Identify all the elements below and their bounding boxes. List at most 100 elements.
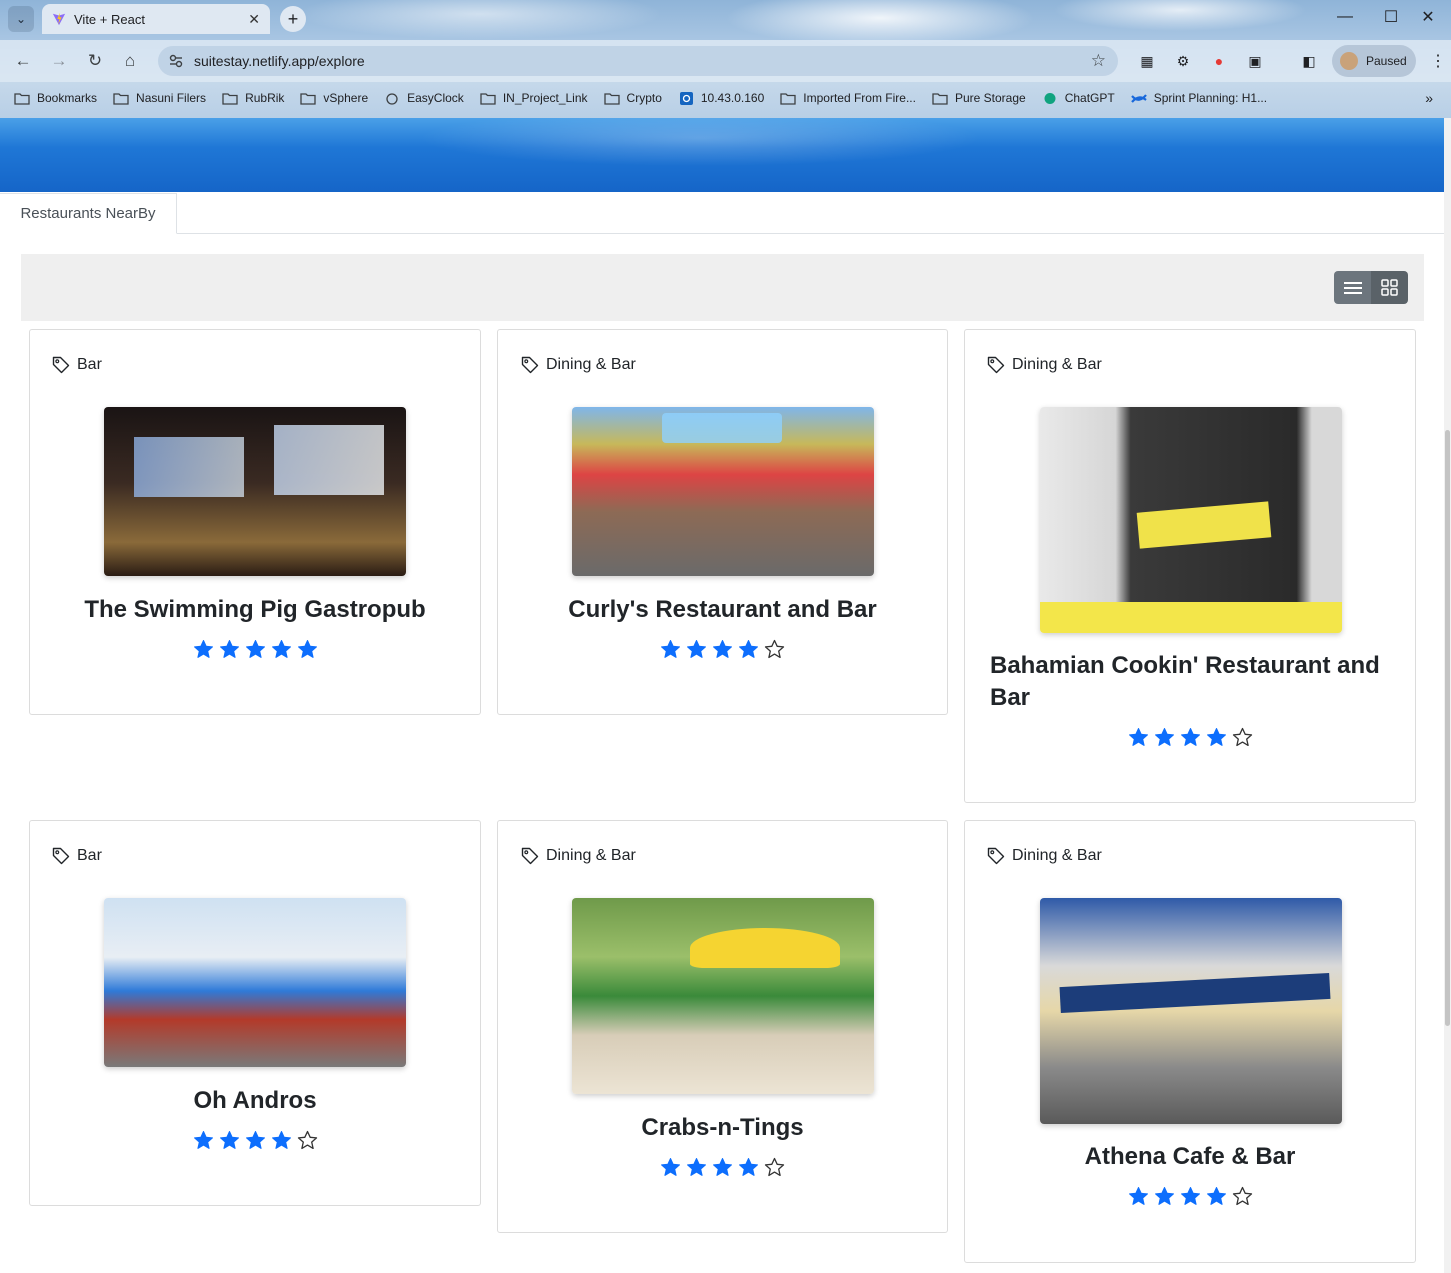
close-tab-icon[interactable]: ✕ — [248, 11, 260, 28]
star-filled-icon — [245, 1131, 265, 1149]
restaurant-name[interactable]: Crabs-n-Tings — [498, 1112, 947, 1144]
list-icon — [1343, 281, 1362, 294]
star-filled-icon — [713, 1158, 732, 1176]
restaurant-card[interactable]: Dining & Bar Crabs-n-Tings — [497, 820, 948, 1233]
restaurant-photo[interactable] — [572, 407, 874, 576]
bookmarks-bar: Bookmarks Nasuni Filers RubRik vSphere E… — [0, 84, 1451, 112]
star-filled-icon — [1206, 728, 1226, 746]
restaurant-card[interactable]: Dining & Bar Bahamian Cookin' Restaurant… — [964, 329, 1416, 803]
folder-icon — [300, 92, 317, 105]
side-panel-icon[interactable]: ◧ — [1299, 51, 1319, 71]
tag-icon — [987, 356, 1005, 374]
list-view-button[interactable] — [1334, 271, 1371, 304]
chatgpt-logo-icon — [1044, 92, 1056, 104]
site-info-icon[interactable] — [168, 53, 184, 69]
tag-icon — [521, 356, 539, 374]
restaurant-card[interactable]: Dining & Bar Curly's Restaurant and Bar — [497, 329, 948, 715]
folder-icon — [932, 92, 948, 105]
bookmark-item[interactable]: 10.43.0.160 — [678, 91, 764, 105]
record-icon[interactable]: ● — [1209, 51, 1229, 71]
bookmark-item[interactable]: IN_Project_Link — [480, 91, 588, 105]
restaurant-photo[interactable] — [1040, 407, 1342, 633]
minimize-button[interactable]: — — [1322, 0, 1368, 34]
restaurant-card[interactable]: Dining & Bar Athena Cafe & Bar — [964, 820, 1416, 1263]
rating-stars — [498, 1157, 947, 1178]
tab-strip: ⌄ Vite + React ✕ + — ☐ ✕ — [0, 0, 1451, 38]
vite-logo-icon — [52, 12, 66, 26]
star-filled-icon — [1154, 1187, 1174, 1205]
restaurant-photo[interactable] — [104, 407, 406, 576]
tag-icon — [52, 356, 70, 374]
star-filled-icon — [297, 640, 317, 658]
clock-icon — [386, 92, 398, 105]
grid-view-button[interactable] — [1371, 271, 1408, 304]
star-empty-icon — [1232, 1186, 1252, 1206]
browser-chrome: ⌄ Vite + React ✕ + — ☐ ✕ ← → ↻ ⌂ suitest… — [0, 0, 1451, 118]
restaurant-photo[interactable] — [104, 898, 406, 1067]
bookmark-item[interactable]: ChatGPT — [1042, 91, 1115, 105]
home-icon[interactable]: ⌂ — [118, 49, 142, 73]
restaurant-name[interactable]: Bahamian Cookin' Restaurant and Bar — [965, 650, 1415, 714]
bookmark-item[interactable]: RubRik — [222, 91, 284, 105]
restaurant-name[interactable]: Curly's Restaurant and Bar — [498, 594, 947, 626]
tab-search-button[interactable]: ⌄ — [8, 6, 34, 32]
restaurant-photo[interactable] — [1040, 898, 1342, 1124]
star-empty-icon — [1232, 727, 1252, 747]
new-tab-button[interactable]: + — [280, 6, 306, 32]
view-toolbar — [21, 254, 1424, 321]
star-filled-icon — [687, 640, 706, 658]
star-filled-icon — [193, 1131, 213, 1149]
hero-banner — [0, 118, 1444, 192]
restaurant-photo[interactable] — [572, 898, 874, 1094]
rating-stars — [498, 639, 947, 660]
puzzle-icon[interactable]: ▣ — [1245, 51, 1265, 71]
restaurant-name[interactable]: Oh Andros — [30, 1085, 480, 1117]
bookmark-item[interactable]: Bookmarks — [14, 91, 97, 105]
star-empty-icon — [297, 1130, 317, 1150]
restaurant-name[interactable]: Athena Cafe & Bar — [965, 1141, 1415, 1173]
close-window-button[interactable]: ✕ — [1405, 0, 1451, 34]
bookmark-item[interactable]: Crypto — [603, 91, 662, 105]
rating-stars — [30, 1130, 480, 1151]
tag-icon — [987, 847, 1005, 865]
reload-icon[interactable]: ↻ — [83, 49, 107, 73]
view-toggle-group — [1334, 271, 1408, 304]
more-bookmarks-icon[interactable]: » — [1425, 90, 1433, 106]
back-arrow-icon[interactable]: ← — [11, 49, 35, 73]
bookmark-item[interactable]: EasyClock — [384, 91, 464, 105]
folder-icon — [222, 92, 238, 105]
category-tag: Dining & Bar — [521, 847, 636, 865]
star-empty-icon — [764, 1157, 785, 1177]
star-filled-icon — [739, 640, 758, 658]
scrollbar-thumb[interactable] — [1445, 430, 1450, 1026]
category-tag: Dining & Bar — [987, 847, 1102, 865]
restaurant-name[interactable]: The Swimming Pig Gastropub — [30, 594, 480, 626]
category-tag: Bar — [52, 847, 102, 865]
bookmark-item[interactable]: Sprint Planning: H1... — [1130, 91, 1267, 105]
settings-gear-icon[interactable]: ⚙ — [1173, 51, 1193, 71]
restaurant-card[interactable]: Bar The Swimming Pig Gastropub — [29, 329, 481, 715]
profile-button[interactable]: Paused — [1332, 45, 1416, 77]
forward-arrow-icon[interactable]: → — [47, 49, 71, 73]
avatar — [1340, 52, 1358, 70]
restaurant-card[interactable]: Bar Oh Andros — [29, 820, 481, 1206]
confluence-logo-icon — [1130, 93, 1147, 103]
star-filled-icon — [1128, 1187, 1148, 1205]
bookmark-item[interactable]: Imported From Fire... — [780, 91, 916, 105]
bookmark-item[interactable]: vSphere — [300, 91, 368, 105]
bookmark-star-icon[interactable]: ☆ — [1091, 51, 1106, 71]
extension-icon[interactable]: ▦ — [1137, 51, 1157, 71]
star-filled-icon — [219, 1131, 239, 1149]
bookmark-item[interactable]: Nasuni Filers — [113, 91, 206, 105]
tab-restaurants-nearby[interactable]: Restaurants NearBy — [0, 193, 177, 234]
bookmark-item[interactable]: Pure Storage — [932, 91, 1026, 105]
star-filled-icon — [1180, 728, 1200, 746]
rating-stars — [30, 639, 480, 660]
tag-icon — [521, 847, 539, 865]
browser-tab[interactable]: Vite + React ✕ — [42, 4, 270, 34]
rating-stars — [965, 727, 1415, 748]
plus-icon: + — [287, 8, 299, 29]
star-filled-icon — [661, 1158, 680, 1176]
address-bar[interactable]: suitestay.netlify.app/explore ☆ — [158, 46, 1118, 76]
menu-kebab-icon[interactable]: ⋮ — [1430, 51, 1446, 71]
